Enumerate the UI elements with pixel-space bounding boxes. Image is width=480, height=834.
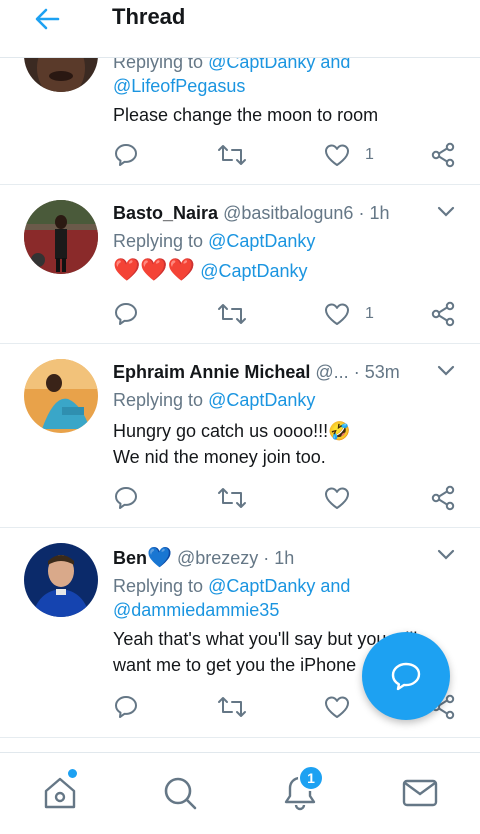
like-count: 1 [365,146,374,163]
reply-button[interactable] [113,140,139,170]
heart-icon [325,487,349,509]
replying-to: Replying to @CaptDanky and [113,576,351,596]
timestamp[interactable]: 1h [369,203,389,223]
heart-icon [325,303,349,325]
bottom-nav: 1 [0,752,480,834]
arrow-left-icon [35,8,60,30]
tweet-text: Hungry go catch us oooo!!!🤣 We nid the m… [113,421,351,467]
mention-link[interactable]: @CaptDanky [208,390,315,410]
retweet-button[interactable] [217,692,247,722]
display-name[interactable]: Basto_Naira [113,203,218,223]
retweet-button[interactable] [217,299,247,329]
share-button[interactable] [429,483,457,513]
timestamp[interactable]: 53m [365,362,400,382]
notifications-badge: 1 [298,765,324,791]
mail-icon [402,779,438,807]
nav-notifications[interactable]: 1 [278,765,324,815]
avatar[interactable] [24,359,98,433]
tweet-actions [113,483,458,513]
nav-home[interactable] [38,769,82,815]
mention-link[interactable]: @CaptDanky [208,231,315,251]
like-button[interactable]: 1 [323,299,374,329]
timestamp[interactable]: 1h [274,548,294,568]
retweet-icon [218,304,246,324]
share-button[interactable] [429,140,457,170]
reply-icon [115,303,137,325]
home-icon [44,777,76,809]
hearts-emoji: ❤️❤️❤️ [113,257,196,282]
reply-icon [115,487,137,509]
avatar[interactable] [24,543,98,617]
tweet-3[interactable]: Ephraim Annie Micheal @... · 53m Replyin… [0,344,480,528]
replying-to: Replying to @CaptDanky [113,231,316,251]
tweet-header: Ephraim Annie Micheal @... · 53m [113,362,400,382]
avatar[interactable] [24,200,98,274]
retweet-icon [218,697,246,717]
blue-heart-icon: 💙 [147,547,172,569]
retweet-button[interactable] [217,140,247,170]
heart-icon [325,696,349,718]
share-icon [431,485,455,511]
compose-reply-icon [391,662,421,691]
like-button[interactable] [323,483,351,513]
nav-messages[interactable] [398,771,442,815]
tweet-actions: 1 [113,140,458,170]
share-icon [431,142,455,168]
tweet-text: Please change the moon to room [113,105,379,125]
replying-to: Replying to @CaptDanky [113,390,316,410]
mention-link[interactable]: @dammiedammie35 [113,600,279,620]
handle[interactable]: @... [315,362,348,382]
tweet-text: ❤️❤️❤️ @CaptDanky [113,257,460,284]
tweet-actions: 1 [113,299,458,329]
display-name[interactable]: Ephraim Annie Micheal [113,362,310,382]
like-count: 1 [365,305,374,322]
retweet-button[interactable] [217,483,247,513]
handle[interactable]: @brezezy [177,548,258,568]
app-header: Thread [0,0,480,58]
reply-button[interactable] [113,692,139,722]
nav-search[interactable] [158,771,202,815]
compose-reply-button[interactable] [362,632,450,720]
display-name[interactable]: Ben [113,548,147,568]
page-title: Thread [112,4,186,29]
handle[interactable]: @basitbalogun6 [223,203,353,223]
reply-icon [115,144,137,166]
share-icon [431,301,455,327]
mention-link[interactable]: @CaptDanky [200,261,307,281]
tweet-header: Basto_Naira @basitbalogun6 · 1h [113,203,390,223]
reply-button[interactable] [113,483,139,513]
share-button[interactable] [429,299,457,329]
like-button[interactable]: 1 [323,140,374,170]
reply-icon [115,696,137,718]
reply-button[interactable] [113,299,139,329]
tweet-2[interactable]: Basto_Naira @basitbalogun6 · 1h Replying… [0,185,480,344]
retweet-icon [218,488,246,508]
mention-link[interactable]: @CaptDanky and [208,576,350,596]
home-unread-dot [68,769,77,778]
like-button[interactable] [323,692,351,722]
back-button[interactable] [30,6,64,32]
retweet-icon [218,145,246,165]
tweet-header: Ben💙 @brezezy · 1h [113,547,295,569]
search-icon [164,777,197,810]
mention-link[interactable]: @LifeofPegasus [113,76,245,96]
heart-icon [325,144,349,166]
